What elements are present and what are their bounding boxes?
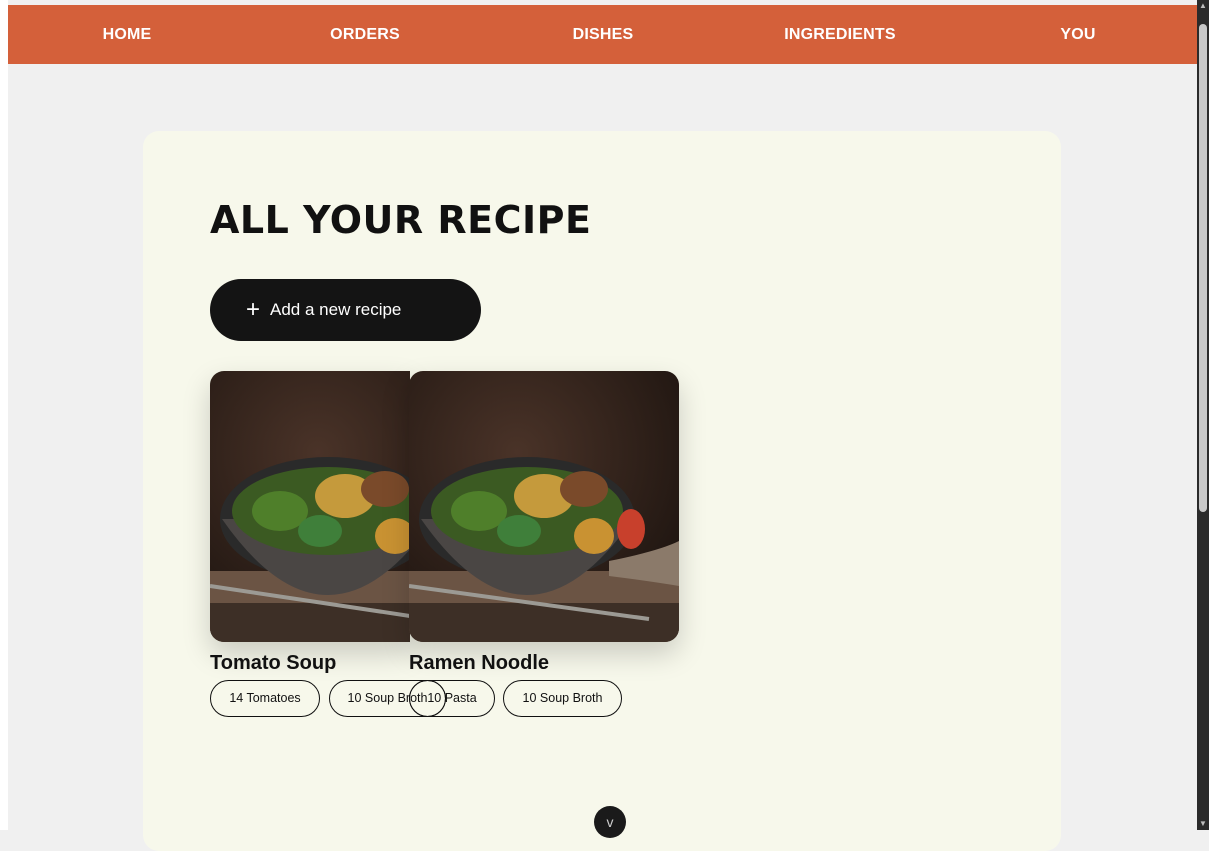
nav-you[interactable]: YOU [1060, 5, 1095, 64]
recipe-title-ramen-noodle[interactable]: Ramen Noodle [409, 652, 549, 675]
nav-orders[interactable]: ORDERS [330, 5, 400, 64]
add-recipe-button[interactable]: + Add a new recipe [210, 279, 481, 341]
ingredient-tag-outline [409, 680, 495, 717]
scroll-down-arrow-icon[interactable]: ▼ [1197, 818, 1209, 830]
nav-ingredients[interactable]: INGREDIENTS [784, 5, 896, 64]
scrollbar-thumb[interactable] [1199, 24, 1207, 512]
add-recipe-label: Add a new recipe [270, 300, 402, 319]
plus-icon: + [246, 296, 261, 323]
recipe-image-ramen-noodle[interactable] [409, 371, 679, 642]
recipe-image-tomato-soup[interactable] [210, 371, 410, 642]
ingredient-tag: 10 Soup Broth [503, 680, 622, 717]
recipe-title-tomato-soup[interactable]: Tomato Soup [210, 652, 336, 675]
page-scrollbar[interactable]: ▲ ▼ [1197, 0, 1209, 830]
ingredient-tag: 14 Tomatoes [210, 680, 320, 717]
chevron-down-icon[interactable]: v [594, 806, 626, 838]
nav-dishes[interactable]: DISHES [573, 5, 634, 64]
top-nav: HOME ORDERS DISHES INGREDIENTS YOU [8, 5, 1197, 64]
scroll-up-arrow-icon[interactable]: ▲ [1197, 0, 1209, 12]
window-edge [0, 0, 8, 830]
page-title: ALL YOUR RECIPE [210, 198, 592, 242]
nav-home[interactable]: HOME [103, 5, 152, 64]
